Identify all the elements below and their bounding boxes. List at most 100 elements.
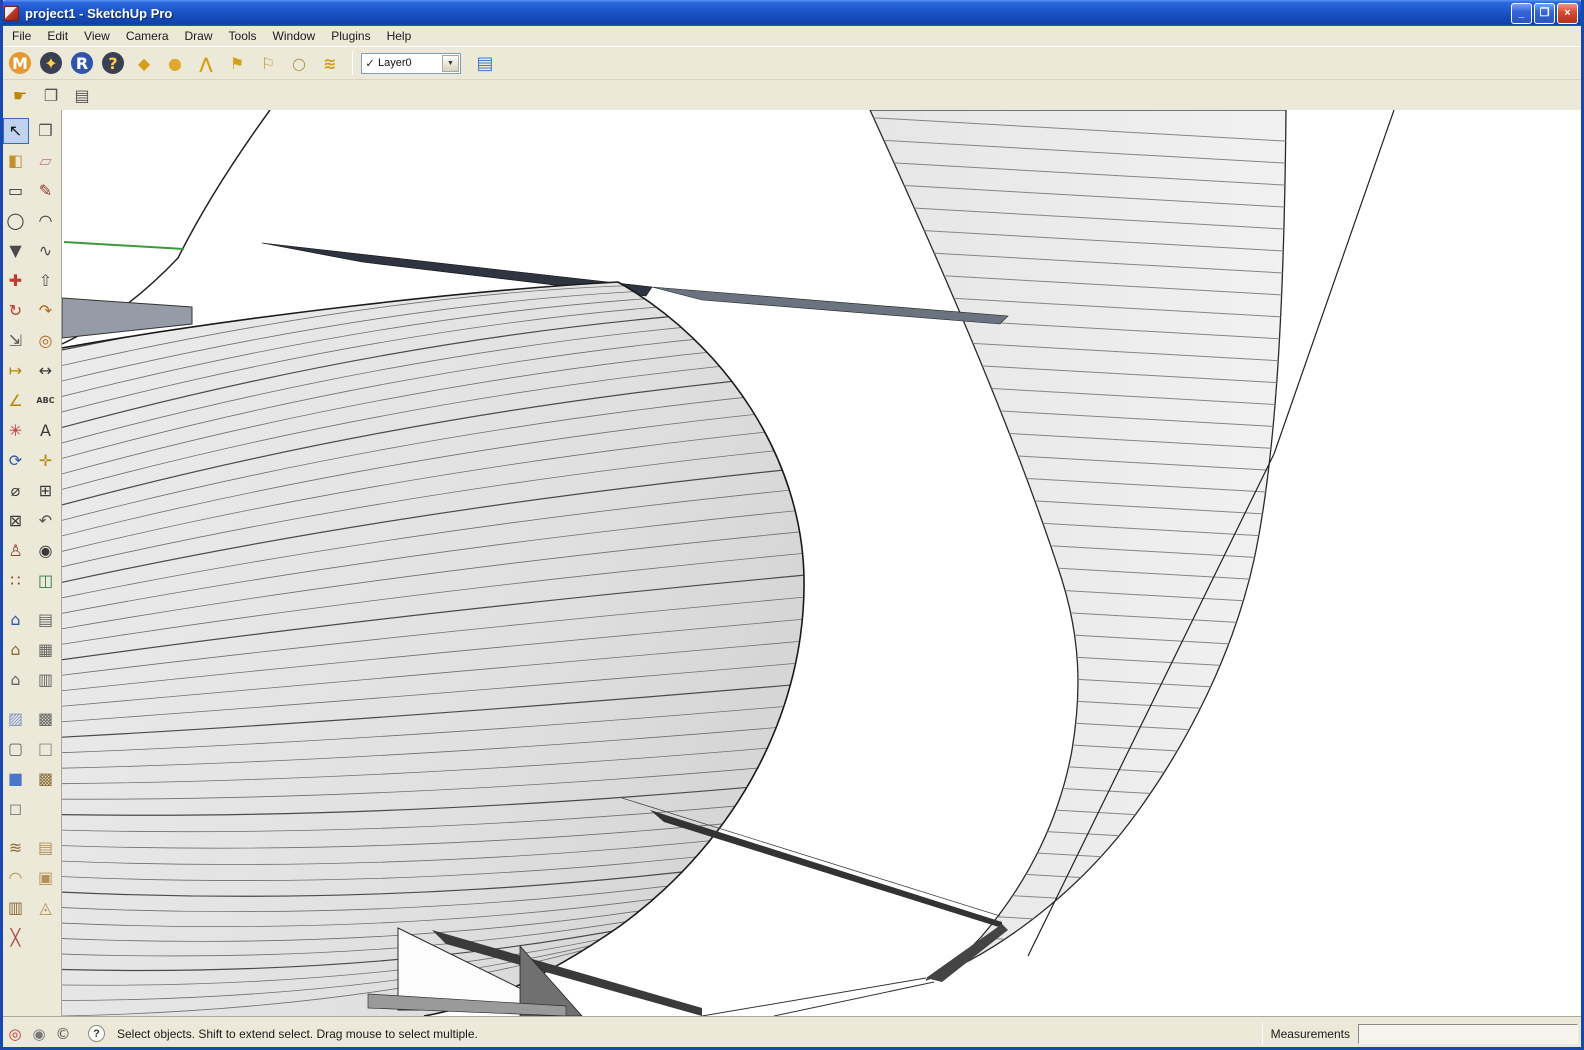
right-view-icon[interactable]: ▦ <box>33 637 59 663</box>
rotate-tool-icon[interactable]: ↻ <box>3 298 29 324</box>
drawing-canvas[interactable] <box>62 110 1584 1016</box>
shaded-style-icon[interactable]: ■ <box>3 766 29 792</box>
status-badges: ◎ ◉ © <box>6 1025 72 1043</box>
shaded-textures-style-icon[interactable]: ▩ <box>33 766 59 792</box>
from-scratch-icon[interactable]: ▤ <box>33 835 59 861</box>
help-plugin-icon[interactable]: ? <box>99 49 127 77</box>
minimize-button[interactable]: _ <box>1511 2 1532 24</box>
offset-tool-icon[interactable]: ◎ <box>33 328 59 354</box>
top-view-icon[interactable]: ▤ <box>33 607 59 633</box>
tape-measure-tool-icon[interactable]: ↦ <box>3 358 29 384</box>
rectangle-tool-icon[interactable]: ▭ <box>3 178 29 204</box>
wireframe-style-icon[interactable]: ▢ <box>3 736 29 762</box>
model-cylinder <box>62 281 805 1016</box>
walk-tool-icon[interactable]: ∷ <box>3 568 29 594</box>
push-pull-tool-icon[interactable]: ⇧ <box>33 268 59 294</box>
move-tool-icon[interactable]: ✚ <box>3 268 29 294</box>
compass-plugin-icon[interactable]: ✦ <box>37 49 65 77</box>
3d-text-tool-icon[interactable]: A <box>33 418 59 444</box>
tool-palette: ↖ ❒ ◧ ▱ ▭ ✎ ◯ ◠ ▼ ∿ ✚ ⇧ ↻ ↷ ⇲ ◎ ↦ ↔ ∠ ABC ✳ A ⟳ ✛ ⌀ ⊞ ⊠ ↶ ♙ ◉ ∷ ◫ ⌂ ▤ ⌂ ▦ ⌂… <box>0 110 62 1016</box>
paint-bucket-tool-icon[interactable]: ◧ <box>3 148 29 174</box>
previous-view-tool-icon[interactable]: ↶ <box>33 508 59 534</box>
layer-combo[interactable]: ✓ Layer0 ▼ <box>361 52 461 74</box>
menu-tools[interactable]: Tools <box>221 27 265 45</box>
follow-me-tool-icon[interactable]: ↷ <box>33 298 59 324</box>
menu-plugins[interactable]: Plugins <box>323 27 378 45</box>
restore-button[interactable]: ❐ <box>1534 2 1555 24</box>
menu-edit[interactable]: Edit <box>39 27 76 45</box>
ring-plugin-icon[interactable]: ○ <box>285 49 313 77</box>
iso-view-icon[interactable]: ⌂ <box>3 607 29 633</box>
export-page-icon[interactable]: ❐ <box>37 81 65 109</box>
hidden-line-style-icon[interactable]: □ <box>33 736 59 762</box>
flag2-plugin-icon[interactable]: ⚐ <box>254 49 282 77</box>
hand-icon[interactable]: ☛ <box>6 81 34 109</box>
weave-plugin-icon[interactable]: ≋ <box>316 49 344 77</box>
freehand-tool-icon[interactable]: ∿ <box>33 238 59 264</box>
r-plugin-icon[interactable]: R <box>68 49 96 77</box>
position-camera-tool-icon[interactable]: ♙ <box>3 538 29 564</box>
layer-manager-icon[interactable]: ▤ <box>471 49 499 77</box>
eraser-tool-icon[interactable]: ▱ <box>33 148 59 174</box>
menu-draw[interactable]: Draw <box>177 27 221 45</box>
back-edges-style-icon[interactable]: ▩ <box>33 706 59 732</box>
print-page-icon[interactable]: ▤ <box>68 81 96 109</box>
plugin-icon-group: M ✦ R? ◆ ● ⋀ ⚑ ⚐ ○ ≋ <box>6 49 344 77</box>
line-tool-icon[interactable]: ✎ <box>33 178 59 204</box>
menu-file[interactable]: File <box>4 27 39 45</box>
left-view-icon[interactable]: ▥ <box>33 667 59 693</box>
dimension-tool-icon[interactable]: ↔ <box>33 358 59 384</box>
zoom-tool-icon[interactable]: ⌀ <box>3 478 29 504</box>
statusbar: ◎ ◉ © ? Select objects. Shift to extend se… <box>0 1016 1584 1050</box>
model-viewport <box>62 110 1395 1016</box>
statusbar-separator <box>1261 1022 1263 1045</box>
main-tool-group: ↖ ❒ ◧ ▱ ▭ ✎ ◯ ◠ ▼ ∿ ✚ ⇧ ↻ ↷ ⇲ ◎ ↦ ↔ ∠ ABC ✳ A ⟳ ✛ ⌀ ⊞ ⊠ ↶ ♙ ◉ ∷ ◫ <box>0 118 61 594</box>
diamond-plugin-icon[interactable]: ◆ <box>130 49 158 77</box>
layer-combo-value: Layer0 <box>378 57 412 69</box>
credit-badge-icon[interactable]: ◎ <box>6 1025 24 1043</box>
titlebar[interactable]: project1 - SketchUp Pro _ ❐ × <box>0 0 1584 26</box>
flip-edge-icon[interactable]: ╳ <box>3 925 29 951</box>
menu-help[interactable]: Help <box>379 27 420 45</box>
sphere-plugin-icon[interactable]: ● <box>161 49 189 77</box>
circle-tool-icon[interactable]: ◯ <box>3 208 29 234</box>
m-plugin-icon[interactable]: M <box>6 49 34 77</box>
sandbox-tool-group: ≋ ▤ ◠ ▣ ▥ ◬ ╳ <box>0 835 61 951</box>
edit-toolbar: ☛ ❐ ▤ <box>0 79 1584 110</box>
help-icon[interactable]: ? <box>88 1025 105 1042</box>
from-contours-icon[interactable]: ≋ <box>3 835 29 861</box>
polygon-tool-icon[interactable]: ▼ <box>3 238 29 264</box>
orbit-tool-icon[interactable]: ⟳ <box>3 448 29 474</box>
arc-tool-icon[interactable]: ◠ <box>33 208 59 234</box>
drape-icon[interactable]: ▥ <box>3 895 29 921</box>
make-component-tool-icon[interactable]: ❒ <box>33 118 59 144</box>
menu-view[interactable]: View <box>76 27 118 45</box>
section-plane-tool-icon[interactable]: ◫ <box>33 568 59 594</box>
front-view-icon[interactable]: ⌂ <box>3 637 29 663</box>
look-around-tool-icon[interactable]: ◉ <box>33 538 59 564</box>
menu-camera[interactable]: Camera <box>118 27 177 45</box>
pan-tool-icon[interactable]: ✛ <box>33 448 59 474</box>
zoom-extents-tool-icon[interactable]: ⊠ <box>3 508 29 534</box>
roof-plugin-icon[interactable]: ⋀ <box>192 49 220 77</box>
back-view-icon[interactable]: ⌂ <box>3 667 29 693</box>
xray-style-icon[interactable]: ▨ <box>3 706 29 732</box>
axes-tool-icon[interactable]: ✳ <box>3 418 29 444</box>
zoom-window-tool-icon[interactable]: ⊞ <box>33 478 59 504</box>
close-button[interactable]: × <box>1557 2 1578 24</box>
dot-badge-icon[interactable]: ◉ <box>30 1025 48 1043</box>
text-tool-icon[interactable]: ABC <box>33 388 59 414</box>
select-tool-icon[interactable]: ↖ <box>2 118 29 144</box>
stamp-icon[interactable]: ▣ <box>33 865 59 891</box>
flag-plugin-icon[interactable]: ⚑ <box>223 49 251 77</box>
chevron-down-icon[interactable]: ▼ <box>442 54 459 72</box>
measurements-input[interactable] <box>1358 1023 1578 1044</box>
add-detail-icon[interactable]: ◬ <box>33 895 59 921</box>
monochrome-style-icon[interactable]: ◻ <box>3 796 29 822</box>
copyright-badge-icon[interactable]: © <box>54 1025 72 1043</box>
toolbar-separator <box>352 51 353 75</box>
smoove-icon[interactable]: ◠ <box>3 865 29 891</box>
scale-tool-icon[interactable]: ⇲ <box>3 328 29 354</box>
menu-window[interactable]: Window <box>265 27 324 45</box>
protractor-tool-icon[interactable]: ∠ <box>3 388 29 414</box>
